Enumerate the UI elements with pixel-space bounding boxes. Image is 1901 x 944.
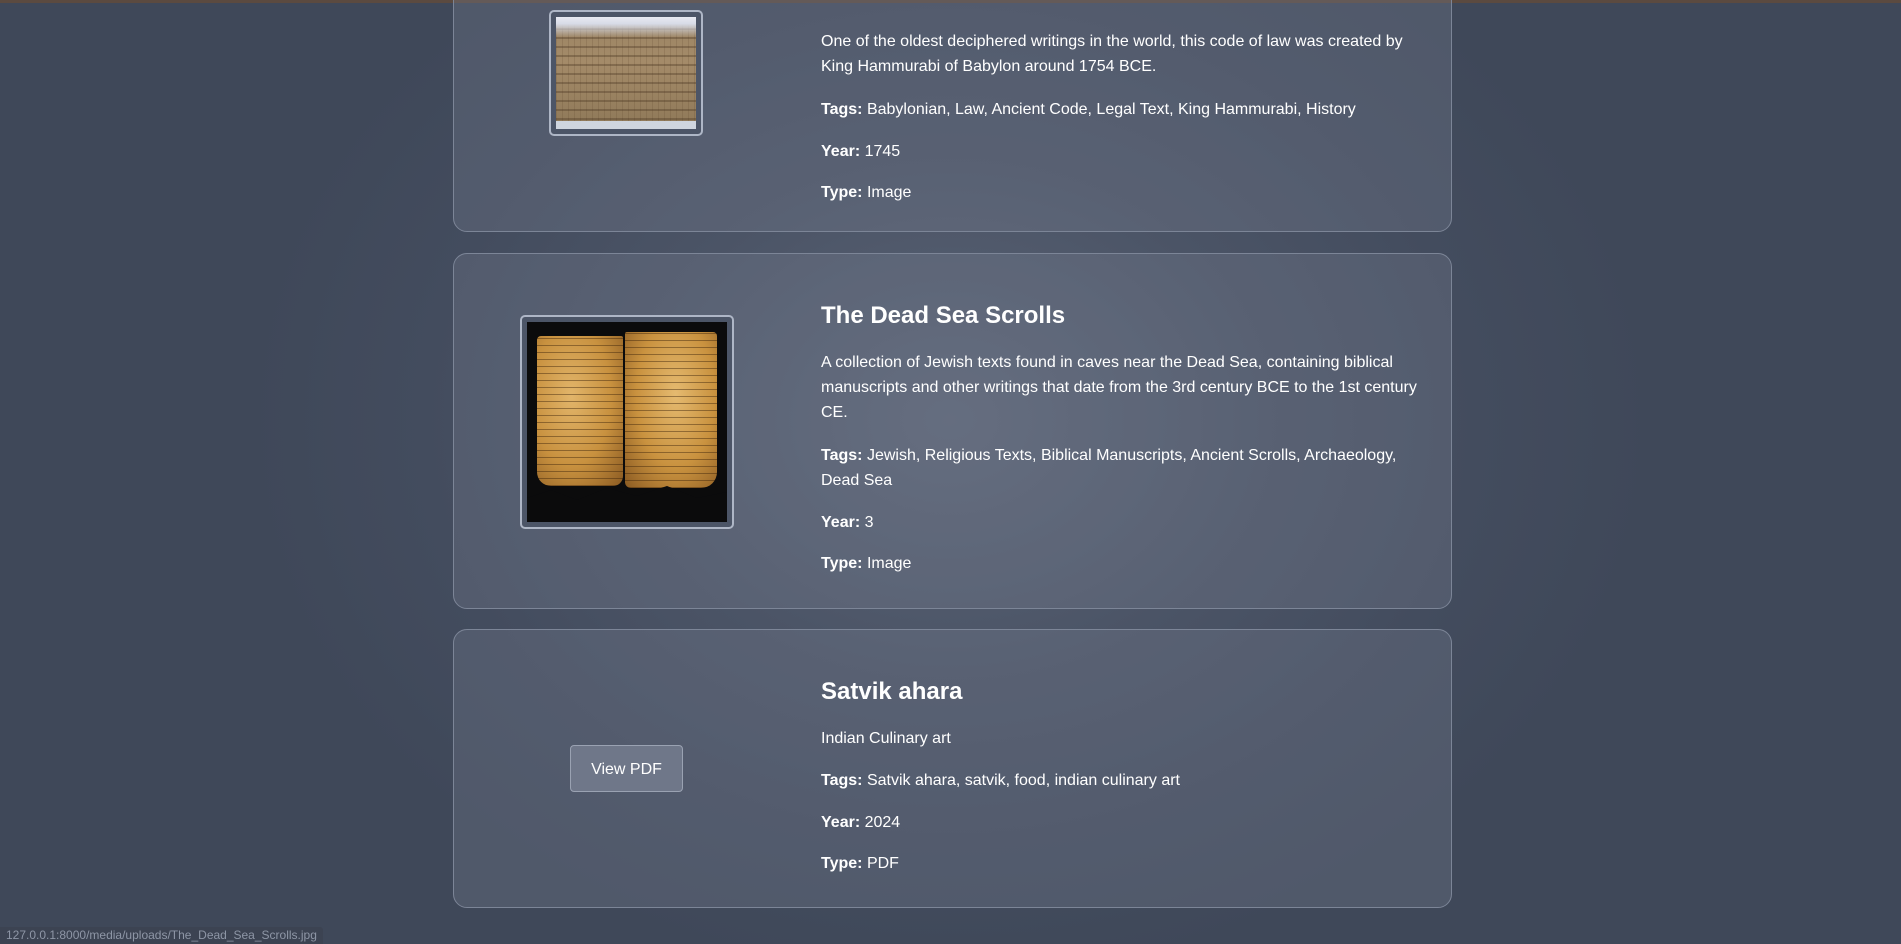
media-description: Indian Culinary art [821,730,951,747]
year-label: Year: [821,814,861,831]
media-type: Type: Image [821,180,1421,205]
media-type: Type: Image [821,551,1421,576]
media-description: A collection of Jewish texts found in ca… [821,354,1417,421]
media-info: The Dead Sea Scrolls A collection of Jew… [821,254,1421,610]
media-thumbnail-link[interactable] [549,10,703,136]
type-label: Type: [821,184,863,201]
media-year: Year: 2024 [821,810,1421,835]
media-card: The Dead Sea Scrolls A collection of Jew… [453,253,1452,609]
media-year: Year: 1745 [821,139,1421,164]
media-card: View PDF Satvik ahara Indian Culinary ar… [453,629,1452,908]
tags-value: Babylonian, Law, Ancient Code, Legal Tex… [866,101,1356,118]
year-value: 2024 [864,814,901,831]
type-label: Type: [821,855,863,872]
type-value: PDF [866,855,899,872]
media-title: Satvik ahara [821,678,963,705]
tags-label: Tags: [821,447,863,464]
tags-value: Satvik ahara, satvik, food, indian culin… [866,772,1180,789]
status-bar-url: 127.0.0.1:8000/media/uploads/The_Dead_Se… [0,927,323,944]
type-value: Image [866,184,912,201]
media-info: One of the oldest deciphered writings in… [821,0,1421,233]
media-description: One of the oldest deciphered writings in… [821,33,1403,75]
year-label: Year: [821,143,861,160]
tags-label: Tags: [821,772,863,789]
type-value: Image [866,555,912,572]
media-type: Type: PDF [821,851,1421,876]
view-pdf-button[interactable]: View PDF [570,745,683,792]
tags-label: Tags: [821,101,863,118]
media-tags: Tags: Satvik ahara, satvik, food, indian… [821,768,1421,793]
year-value: 1745 [864,143,901,160]
media-info: Satvik ahara Indian Culinary art Tags: S… [821,630,1421,909]
media-card: One of the oldest deciphered writings in… [453,0,1452,232]
year-label: Year: [821,514,861,531]
type-label: Type: [821,555,863,572]
scroll-image [527,322,727,522]
clay-tablet-image [556,17,696,129]
media-tags: Tags: Babylonian, Law, Ancient Code, Leg… [821,97,1421,122]
media-thumbnail-link[interactable] [520,315,734,529]
tags-value: Jewish, Religious Texts, Biblical Manusc… [821,447,1397,489]
year-value: 3 [864,514,874,531]
media-title: The Dead Sea Scrolls [821,302,1066,329]
media-year: Year: 3 [821,510,1421,535]
media-tags: Tags: Jewish, Religious Texts, Biblical … [821,443,1421,493]
